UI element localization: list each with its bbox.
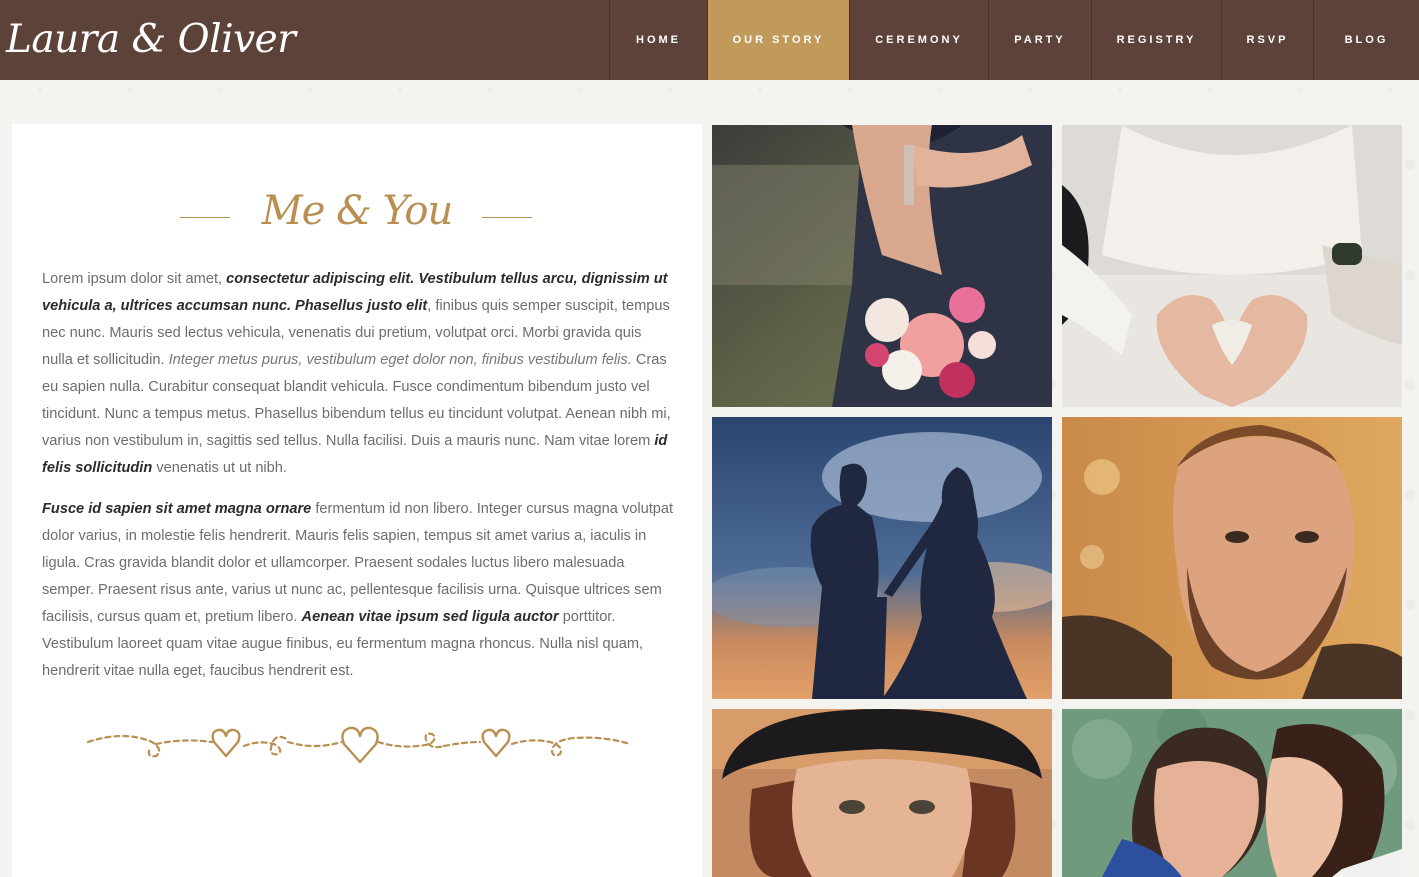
hearts-divider-ornament [86, 726, 632, 764]
section-heading: Me & You [12, 176, 702, 256]
site-logo[interactable]: Laura & Oliver [6, 10, 296, 70]
gallery-photo-woman-hat[interactable] [712, 709, 1052, 877]
p1-text-4: venenatis ut ut nibh. [152, 460, 287, 476]
p2-bold-1: Fusce id sapien sit amet magna ornare [42, 501, 312, 517]
story-paragraph-1: Lorem ipsum dolor sit amet, consectetur … [42, 266, 674, 482]
gallery-photo-bouquet[interactable] [712, 125, 1052, 407]
nav-blog[interactable]: BLOG [1313, 0, 1419, 80]
story-paragraph-2: Fusce id sapien sit amet magna ornare fe… [42, 496, 674, 685]
gallery-photo-hands-heart[interactable] [1062, 125, 1402, 407]
p2-text-1: fermentum id non libero. Integer cursus … [42, 501, 674, 625]
section-title: Me & You [261, 188, 453, 234]
nav-rsvp[interactable]: RSVP [1221, 0, 1313, 80]
p1-text-1: Lorem ipsum dolor sit amet, [42, 271, 227, 287]
p1-italic-1: Integer metus purus, vestibulum eget dol… [168, 352, 632, 368]
heading-rule-left [180, 217, 230, 218]
heading-rule-right [482, 217, 532, 218]
nav-party[interactable]: PARTY [988, 0, 1091, 80]
story-card: Me & You Lorem ipsum dolor sit amet, con… [12, 124, 702, 877]
nav-registry[interactable]: REGISTRY [1091, 0, 1221, 80]
nav-our-story[interactable]: OUR STORY [707, 0, 849, 80]
nav-ceremony[interactable]: CEREMONY [849, 0, 988, 80]
site-header: Laura & Oliver HOME OUR STORY CEREMONY P… [0, 0, 1419, 80]
gallery-photo-couple-close[interactable] [1062, 709, 1402, 877]
gallery-photo-man-portrait[interactable] [1062, 417, 1402, 699]
nav-home[interactable]: HOME [609, 0, 707, 80]
gallery-photo-silhouette[interactable] [712, 417, 1052, 699]
main-nav: HOME OUR STORY CEREMONY PARTY REGISTRY R… [609, 0, 1419, 80]
p2-bold-2: Aenean vitae ipsum sed ligula auctor [301, 609, 559, 625]
